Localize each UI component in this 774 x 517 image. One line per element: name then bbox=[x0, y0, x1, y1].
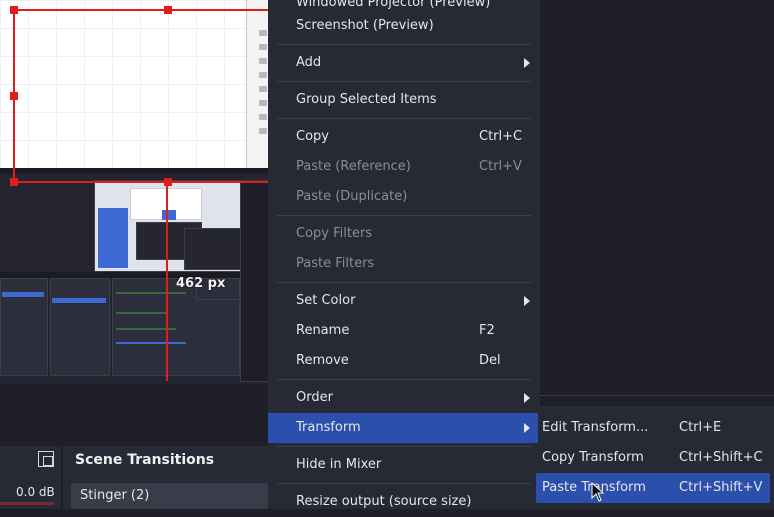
menu-item-group-selected[interactable]: Group Selected Items bbox=[268, 85, 538, 115]
menu-item-label: Paste (Reference) bbox=[296, 159, 411, 174]
captured-window-toolbar bbox=[246, 0, 268, 168]
resize-handle-bottom[interactable] bbox=[164, 178, 172, 186]
menu-item-order[interactable]: Order bbox=[268, 383, 538, 413]
nested-obs-preview bbox=[0, 168, 268, 384]
menu-item-paste-duplicate: Paste (Duplicate) bbox=[268, 182, 538, 212]
background-right bbox=[540, 0, 774, 406]
menu-item-label: Resize output (source size) bbox=[296, 494, 472, 509]
menu-item-label: Windowed Projector (Preview) bbox=[296, 0, 491, 10]
menu-item-hide-in-mixer[interactable]: Hide in Mixer bbox=[268, 450, 538, 480]
menu-item-label: Hide in Mixer bbox=[296, 457, 382, 472]
resize-handle-bottom-left[interactable] bbox=[10, 178, 18, 186]
menu-item-label: Screenshot (Preview) bbox=[296, 18, 434, 33]
submenu-item-paste-transform[interactable]: Paste Transform Ctrl+Shift+V bbox=[536, 473, 770, 503]
captured-window-source bbox=[0, 0, 246, 168]
menu-item-label: Remove bbox=[296, 353, 349, 368]
menu-separator bbox=[276, 483, 532, 484]
submenu-arrow-icon bbox=[524, 58, 530, 68]
selection-top-edge[interactable] bbox=[13, 9, 268, 11]
submenu-arrow-icon bbox=[524, 423, 530, 433]
submenu-item-label: Copy Transform bbox=[542, 450, 644, 465]
menu-item-shortcut: Del bbox=[479, 353, 501, 368]
distance-guide-line bbox=[166, 183, 168, 381]
menu-item-resize-output[interactable]: Resize output (source size) bbox=[268, 487, 538, 517]
menu-item-set-color[interactable]: Set Color bbox=[268, 286, 538, 316]
menu-separator bbox=[276, 118, 532, 119]
transition-select-value: Stinger (2) bbox=[80, 488, 150, 503]
mouse-cursor-icon bbox=[591, 482, 605, 502]
menu-separator bbox=[276, 44, 532, 45]
menu-separator bbox=[276, 81, 532, 82]
menu-item-rename[interactable]: Rename F2 bbox=[268, 316, 538, 346]
undock-icon[interactable] bbox=[38, 451, 54, 467]
submenu-item-label: Edit Transform... bbox=[542, 420, 649, 435]
submenu-arrow-icon bbox=[524, 296, 530, 306]
resize-handle-left[interactable] bbox=[10, 92, 18, 100]
menu-item-label: Order bbox=[296, 390, 333, 405]
menu-item-label: Copy bbox=[296, 129, 329, 144]
menu-item-shortcut: Ctrl+C bbox=[479, 129, 523, 144]
menu-item-label: Add bbox=[296, 55, 322, 70]
submenu-item-edit-transform[interactable]: Edit Transform... Ctrl+E bbox=[536, 413, 770, 443]
selection-bottom-edge[interactable] bbox=[13, 181, 268, 183]
resize-handle-top-left[interactable] bbox=[10, 6, 18, 14]
menu-item-shortcut: Ctrl+V bbox=[479, 159, 522, 174]
menu-item-screenshot[interactable]: Screenshot (Preview) bbox=[268, 11, 538, 41]
menu-item-add[interactable]: Add bbox=[268, 48, 538, 78]
menu-item-label: Group Selected Items bbox=[296, 92, 437, 107]
resize-handle-top[interactable] bbox=[164, 6, 172, 14]
menu-item-remove[interactable]: Remove Del bbox=[268, 346, 538, 376]
menu-item-label: Rename bbox=[296, 323, 350, 338]
menu-separator bbox=[276, 215, 532, 216]
scene-transitions-title: Scene Transitions bbox=[75, 452, 215, 468]
submenu-arrow-icon bbox=[524, 393, 530, 403]
audio-meter bbox=[0, 502, 54, 505]
menu-item-paste-filters: Paste Filters bbox=[268, 249, 538, 279]
menu-separator bbox=[276, 379, 532, 380]
menu-separator bbox=[276, 446, 532, 447]
audio-level-label: 0.0 dB bbox=[16, 485, 55, 499]
menu-item-transform[interactable]: Transform bbox=[268, 413, 538, 443]
menu-item-label: Paste Filters bbox=[296, 256, 375, 271]
menu-item-copy[interactable]: Copy Ctrl+C bbox=[268, 122, 538, 152]
menu-item-paste-reference: Paste (Reference) Ctrl+V bbox=[268, 152, 538, 182]
menu-separator bbox=[276, 282, 532, 283]
menu-item-shortcut: F2 bbox=[479, 323, 495, 338]
submenu-item-shortcut: Ctrl+Shift+V bbox=[679, 480, 763, 495]
menu-item-copy-filters: Copy Filters bbox=[268, 219, 538, 249]
background-divider bbox=[540, 395, 774, 396]
menu-item-label: Paste (Duplicate) bbox=[296, 189, 408, 204]
submenu-item-shortcut: Ctrl+E bbox=[679, 420, 722, 435]
menu-item-label: Copy Filters bbox=[296, 226, 373, 241]
submenu-item-copy-transform[interactable]: Copy Transform Ctrl+Shift+C bbox=[536, 443, 770, 473]
submenu-item-shortcut: Ctrl+Shift+C bbox=[679, 450, 763, 465]
menu-item-label: Set Color bbox=[296, 293, 356, 308]
preview-canvas[interactable]: 462 px bbox=[0, 0, 268, 384]
distance-label: 462 px bbox=[176, 276, 226, 291]
menu-item-label: Transform bbox=[296, 420, 361, 435]
